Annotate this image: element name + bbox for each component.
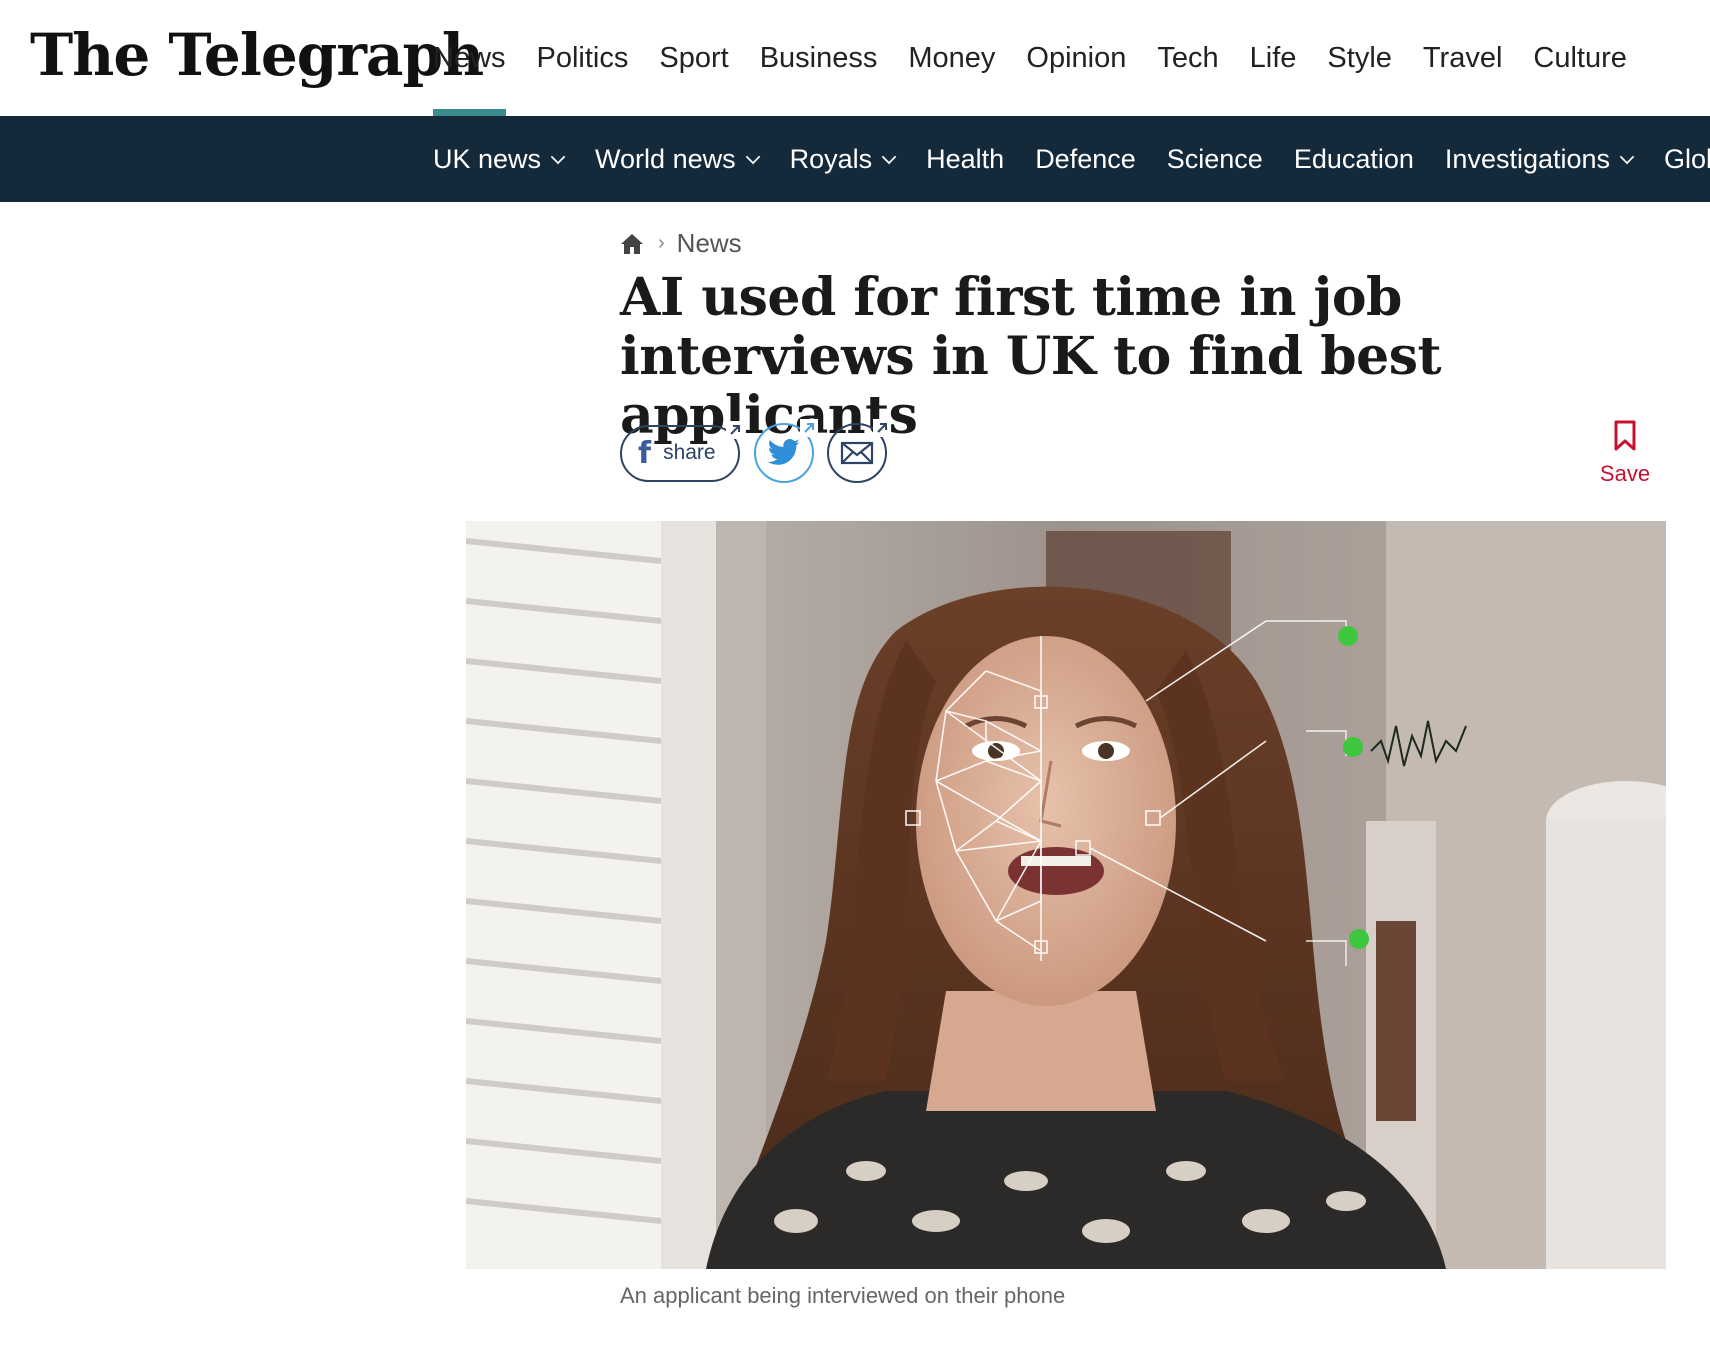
facebook-share-label: share [663,441,716,464]
subnav-item-label: UK news [433,143,542,174]
save-button[interactable]: Save [1590,420,1660,487]
subnav-item-health[interactable]: Health [926,144,1004,175]
subnav-item-label: Defence [1035,143,1136,174]
subnav-item-uk-news[interactable]: UK news [433,143,566,175]
subnav-item-investigations[interactable]: Investigations [1444,143,1635,175]
subnav-item-world-news[interactable]: World news [595,143,760,175]
subnav-item-label: Education [1293,143,1414,174]
section-subnav: UK news World news Royals Health Defence Scie… [0,116,1710,202]
telegraph-logo[interactable]: The Telegraph [30,20,484,90]
subnav-item-royals[interactable]: Royals [789,143,897,175]
chevron-down-icon [745,149,760,165]
main-nav-style[interactable]: Style [1327,0,1391,116]
main-nav-politics[interactable]: Politics [537,0,629,116]
main-nav-news[interactable]: News [433,0,506,116]
article-hero-image[interactable] [466,521,1666,1269]
home-icon[interactable] [620,232,644,256]
subnav-item-science[interactable]: Science [1167,144,1263,175]
article-headline: AI used for first time in job interviews… [620,267,1442,446]
chevron-down-icon [550,149,566,165]
share-buttons: f share [620,419,900,483]
subnav-item-label: Investigations [1444,143,1611,174]
external-link-icon [726,420,744,439]
twitter-share-button[interactable] [754,419,818,483]
main-nav: News Politics Sport Business Money Opinion Tec… [433,0,1658,116]
main-nav-culture[interactable]: Culture [1533,0,1627,116]
email-icon [840,441,874,465]
main-nav-travel[interactable]: Travel [1423,0,1503,116]
facebook-share-button[interactable]: f share [620,420,744,482]
breadcrumb-section[interactable]: News [677,228,742,259]
main-nav-money[interactable]: Money [908,0,995,116]
main-nav-life[interactable]: Life [1250,0,1297,116]
external-link-icon [800,419,818,437]
subnav-item-label: Royals [789,143,873,174]
chevron-down-icon [1619,149,1635,165]
bookmark-icon [1614,420,1636,451]
main-nav-opinion[interactable]: Opinion [1026,0,1126,116]
facebook-icon: f [638,435,652,471]
main-nav-sport[interactable]: Sport [659,0,728,116]
subnav-item-label: Glob [1664,143,1710,174]
breadcrumb-separator: › [658,232,665,254]
save-label: Save [1599,461,1651,486]
twitter-icon [767,438,800,465]
site-header: The Telegraph News Politics Sport Business M… [0,0,1710,116]
subnav-item-defence[interactable]: Defence [1035,144,1136,175]
main-nav-business[interactable]: Business [760,0,878,116]
email-share-button[interactable] [827,419,891,483]
subnav-item-glob[interactable]: Glob [1664,144,1710,175]
external-link-icon [873,419,891,437]
subnav-item-education[interactable]: Education [1294,144,1414,175]
chevron-down-icon [881,149,897,165]
subnav-item-label: Science [1166,143,1263,174]
main-nav-tech[interactable]: Tech [1157,0,1218,116]
image-caption: An applicant being interviewed on their … [620,1283,1066,1308]
breadcrumb: › News [620,228,742,259]
interview-photo-illustration [466,521,1666,1269]
subnav-item-label: Health [926,143,1005,174]
subnav-item-label: World news [595,143,736,174]
